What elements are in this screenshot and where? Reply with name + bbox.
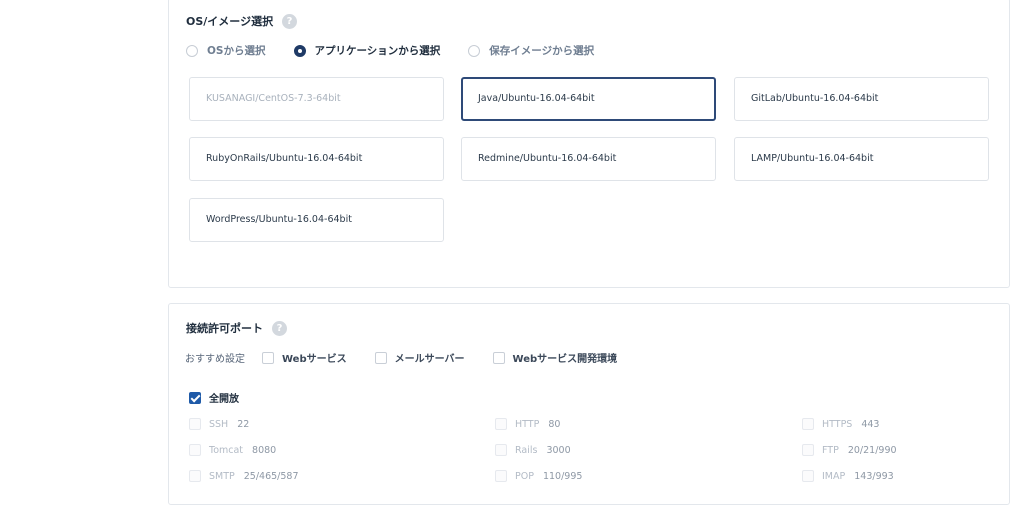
checkbox-icon[interactable] [802,444,814,456]
checkbox-mail-server[interactable]: メールサーバー [374,350,465,365]
checkbox-icon[interactable] [495,418,507,430]
radio-os[interactable]: OSから選択 [186,43,266,58]
checkbox-icon[interactable] [802,470,814,482]
port-name: POP [515,470,534,482]
port-name: Tomcat [209,444,244,456]
main-content: OS/イメージ選択 ? OSから選択 アプリケーションから選択 保存イメージから… [152,0,1024,505]
port-item-ftp[interactable]: FTP 20/21/990 [802,444,897,456]
image-option-rubyonrails[interactable]: RubyOnRails/Ubuntu-16.04-64bit [189,137,444,181]
application-image-grid: KUSANAGI/CentOS-7.3-64bit Java/Ubuntu-16… [189,77,991,247]
port-name: SMTP [209,470,235,482]
port-number: 3000 [546,444,571,456]
checkbox-web-service[interactable]: Webサービス [262,350,347,365]
help-icon[interactable]: ? [282,13,298,29]
checkbox-all-open[interactable]: 全開放 [189,390,239,405]
radio-circle-icon[interactable] [468,44,481,57]
port-item-ssh[interactable]: SSH 22 [189,418,249,430]
port-item-pop[interactable]: POP 110/995 [495,470,582,482]
port-number: 8080 [252,444,277,456]
checkbox-icon[interactable] [495,470,507,482]
image-option-kusanagi[interactable]: KUSANAGI/CentOS-7.3-64bit [189,77,444,121]
port-name: SSH [209,418,229,430]
checkbox-web-dev-env[interactable]: Webサービス開発環境 [492,350,618,365]
image-source-radio-group: OSから選択 アプリケーションから選択 保存イメージから選択 [186,43,622,58]
image-option-wordpress[interactable]: WordPress/Ubuntu-16.04-64bit [189,198,444,242]
checkbox-mail-server-label: メールサーバー [394,354,465,365]
port-number: 22 [237,418,250,430]
radio-os-label: OSから選択 [207,45,266,57]
checkbox-icon[interactable] [189,444,201,456]
checkbox-web-dev-env-label: Webサービス開発環境 [512,354,618,365]
checkbox-checked-icon[interactable] [189,391,201,404]
radio-saved-image-label: 保存イメージから選択 [489,45,595,57]
recommended-settings-row: おすすめ設定 Webサービス メールサーバー Webサービス開発環境 [185,350,645,365]
os-image-title-text: OS/イメージ選択 [186,15,274,28]
port-number: 110/995 [542,470,583,482]
radio-circle-icon[interactable] [186,44,198,57]
checkbox-icon[interactable] [495,444,507,456]
checkbox-icon[interactable] [374,351,387,364]
port-number: 20/21/990 [847,444,897,456]
checkbox-icon[interactable] [262,351,274,364]
os-image-title: OS/イメージ選択 ? [186,13,298,29]
recommended-label: おすすめ設定 [185,354,245,365]
port-name: Rails [515,444,538,456]
port-name: FTP [822,444,839,456]
sidebar [0,0,153,490]
port-number: 80 [548,418,561,430]
port-name: HTTP [515,418,540,430]
image-option-java[interactable]: Java/Ubuntu-16.04-64bit [461,77,716,121]
port-name: IMAP [822,470,846,482]
radio-saved-image[interactable]: 保存イメージから選択 [468,43,594,58]
port-item-http[interactable]: HTTP 80 [495,418,560,430]
radio-application-label: アプリケーションから選択 [314,45,441,57]
checkbox-web-service-label: Webサービス [282,354,347,365]
port-item-smtp[interactable]: SMTP 25/465/587 [189,470,299,482]
help-icon[interactable]: ? [272,320,287,336]
port-title-text: 接続許可ポート [186,322,263,335]
port-number: 25/465/587 [243,470,299,482]
image-option-gitlab[interactable]: GitLab/Ubuntu-16.04-64bit [734,77,989,121]
image-option-lamp[interactable]: LAMP/Ubuntu-16.04-64bit [734,137,989,181]
port-number: 443 [861,418,880,430]
image-option-redmine[interactable]: Redmine/Ubuntu-16.04-64bit [461,137,716,181]
checkbox-icon[interactable] [802,418,814,430]
port-item-rails[interactable]: Rails 3000 [495,444,571,456]
port-item-https[interactable]: HTTPS 443 [802,418,879,430]
port-item-tomcat[interactable]: Tomcat 8080 [189,444,276,456]
port-number: 143/993 [854,470,894,482]
port-title: 接続許可ポート ? [186,320,287,336]
all-open-label: 全開放 [209,394,239,405]
radio-circle-checked-icon[interactable] [293,44,306,57]
checkbox-icon[interactable] [189,418,201,430]
checkbox-icon[interactable] [492,351,505,364]
sidebar-clipped-text [2,0,62,2]
radio-application[interactable]: アプリケーションから選択 [293,43,441,58]
port-item-imap[interactable]: IMAP 143/993 [802,470,894,482]
checkbox-icon[interactable] [189,470,201,482]
port-name: HTTPS [822,418,853,430]
os-image-card: OS/イメージ選択 ? OSから選択 アプリケーションから選択 保存イメージから… [168,0,1010,288]
